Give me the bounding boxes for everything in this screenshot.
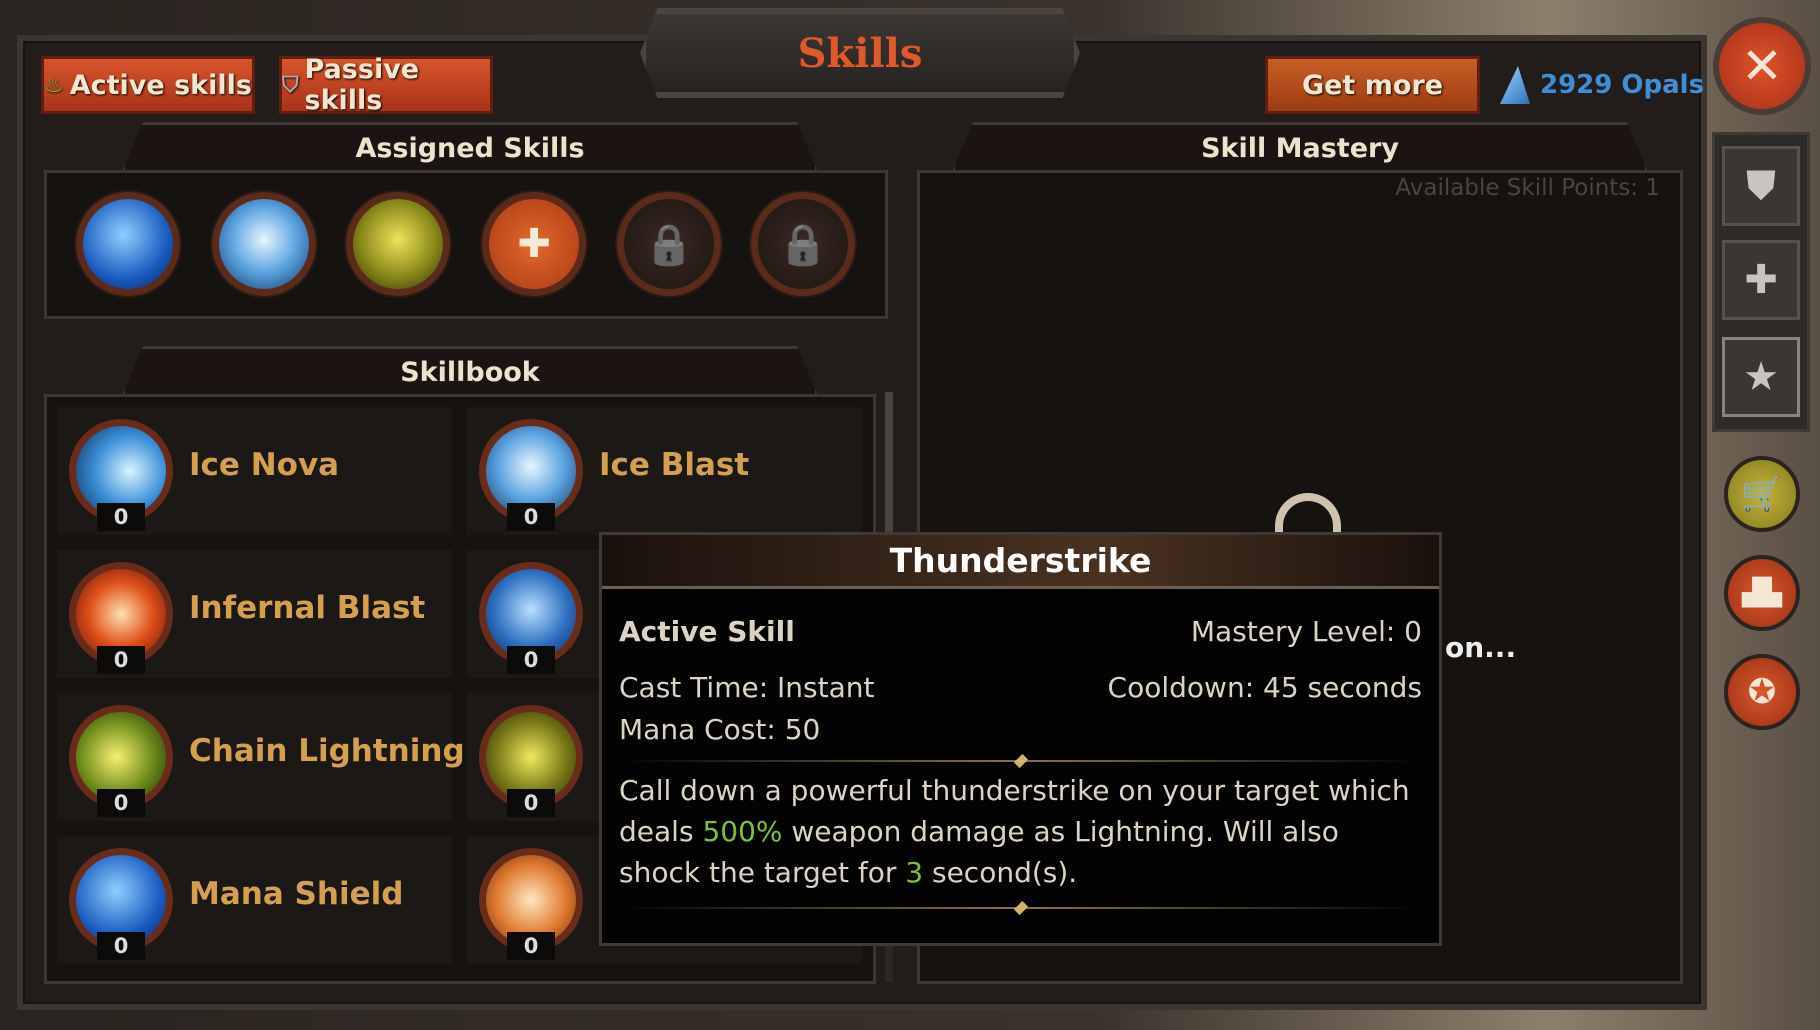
tornado-icon [353, 199, 443, 289]
flame-icon: ♨ [44, 72, 64, 98]
tab-passive-skills[interactable]: ⛉ Passive skills [279, 54, 493, 116]
assigned-slot[interactable]: ✚ [482, 192, 586, 296]
shield-icon: ⛉ [282, 72, 299, 98]
skill-mastery-header: Skill Mastery [952, 122, 1648, 172]
skill-item[interactable]: 0 Ice Nova [57, 407, 452, 535]
tooltip-description: Call down a powerful thunderstrike on yo… [619, 774, 1410, 889]
skill-name: Mana Shield [189, 876, 404, 912]
opal-icon [1500, 66, 1530, 104]
lock-icon: 🔒 [644, 221, 694, 268]
star-icon: ★ [1743, 354, 1779, 400]
close-icon: ✕ [1741, 37, 1783, 95]
skillbook-header: Skillbook [122, 346, 818, 396]
close-button[interactable]: ✕ [1713, 17, 1811, 115]
skill-item[interactable]: 0 Infernal Blast [57, 550, 452, 678]
skill-name: Ice Nova [189, 447, 340, 483]
skill-level: 0 [97, 932, 145, 960]
assigned-slot[interactable] [76, 192, 180, 296]
tooltip-cast-time: Cast Time: Instant [619, 671, 875, 704]
skill-item[interactable]: 0 Ice Blast [467, 407, 862, 535]
cart-icon: 🛒 [1740, 474, 1784, 514]
skill-tooltip: Thunderstrike Active Skill Mastery Level:… [599, 532, 1442, 946]
available-skill-points: Available Skill Points: 1 [1395, 175, 1660, 201]
skill-item[interactable]: 0 Mana Shield [57, 836, 452, 964]
tooltip-cooldown: Cooldown: 45 seconds [1107, 671, 1422, 704]
tooltip-mana-cost: Mana Cost: 50 [619, 713, 821, 746]
skill-level: 0 [507, 932, 555, 960]
skill-level: 0 [507, 789, 555, 817]
achievements-button[interactable]: ✪ [1724, 654, 1800, 730]
medal-icon: ✪ [1747, 672, 1777, 712]
podium-icon: ▟▙ [1742, 578, 1782, 608]
skill-item[interactable]: 0 Chain Lightning [57, 693, 465, 821]
divider [622, 760, 1419, 762]
assigned-slot[interactable]: 🔒 [751, 192, 855, 296]
assigned-skills-header: Assigned Skills [122, 122, 818, 172]
tooltip-skill-type: Active Skill [619, 615, 795, 648]
assigned-slot[interactable]: 🔒 [617, 192, 721, 296]
sidebar-tab-attributes[interactable]: ✚ [1722, 240, 1800, 320]
armor-icon: ⛊ [1746, 163, 1776, 209]
skill-name: Ice Blast [599, 447, 750, 483]
skill-level: 0 [97, 789, 145, 817]
sidebar-tab-equipment[interactable]: ⛊ [1722, 146, 1800, 226]
skill-level: 0 [507, 503, 555, 531]
skill-level: 0 [97, 503, 145, 531]
skill-level: 0 [97, 646, 145, 674]
add-icon: ✚ [517, 221, 551, 267]
mastery-partial-text: on... [1445, 631, 1517, 664]
sidebar-tab-skills[interactable]: ★ [1722, 337, 1800, 417]
opals-balance: 2929 Opals [1500, 66, 1704, 104]
ice-blast-icon [219, 199, 309, 289]
tooltip-mastery-level: Mastery Level: 0 [1190, 615, 1422, 648]
assigned-slot[interactable] [212, 192, 316, 296]
tab-active-skills[interactable]: ♨ Active skills [41, 56, 255, 114]
plus-icon: ✚ [1744, 257, 1778, 303]
assigned-slot[interactable] [346, 192, 450, 296]
skill-name: Chain Lightning [189, 733, 465, 769]
shop-button[interactable]: 🛒 [1724, 456, 1800, 532]
page-title: Skills [797, 29, 923, 77]
lock-icon: 🔒 [778, 221, 828, 268]
title-plate: Skills [640, 8, 1080, 98]
get-more-button[interactable]: Get more [1265, 56, 1480, 114]
skill-level: 0 [507, 646, 555, 674]
skill-name: Infernal Blast [189, 590, 426, 626]
tooltip-title: Thunderstrike [602, 535, 1439, 589]
leaderboard-button[interactable]: ▟▙ [1724, 555, 1800, 631]
divider [622, 907, 1419, 909]
mana-shield-icon [83, 199, 173, 289]
